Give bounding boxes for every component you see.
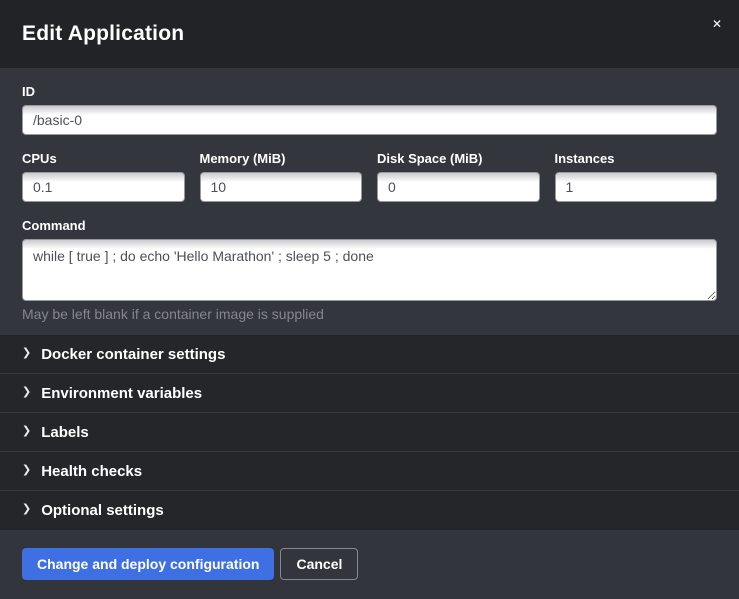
section-health-checks[interactable]: ❯ Health checks (0, 452, 739, 491)
application-form: ID CPUs Memory (MiB) Disk Space (MiB) In… (0, 68, 739, 335)
instances-input[interactable] (555, 172, 718, 202)
command-textarea[interactable]: while [ true ] ; do echo 'Hello Marathon… (22, 239, 717, 301)
cpus-input[interactable] (22, 172, 185, 202)
instances-field-group: Instances (555, 151, 718, 202)
settings-accordion: ❯ Docker container settings ❯ Environmen… (0, 335, 739, 530)
modal-header: Edit Application ✕ (0, 0, 739, 68)
edit-application-modal: Edit Application ✕ ID CPUs Memory (MiB) … (0, 0, 739, 599)
chevron-right-icon: ❯ (22, 504, 31, 515)
chevron-right-icon: ❯ (22, 387, 31, 398)
memory-input[interactable] (200, 172, 363, 202)
memory-field-group: Memory (MiB) (200, 151, 363, 202)
command-label: Command (22, 218, 717, 233)
chevron-right-icon: ❯ (22, 348, 31, 359)
instances-label: Instances (555, 151, 718, 166)
section-label: Labels (41, 424, 89, 441)
command-field-group: Command while [ true ] ; do echo 'Hello … (22, 218, 717, 322)
section-labels[interactable]: ❯ Labels (0, 413, 739, 452)
command-help-text: May be left blank if a container image i… (22, 306, 717, 322)
resources-row: CPUs Memory (MiB) Disk Space (MiB) Insta… (22, 151, 717, 202)
change-and-deploy-button[interactable]: Change and deploy configuration (22, 548, 274, 580)
id-field-group: ID (22, 84, 717, 135)
cpus-field-group: CPUs (22, 151, 185, 202)
chevron-right-icon: ❯ (22, 465, 31, 476)
disk-input[interactable] (377, 172, 540, 202)
id-label: ID (22, 84, 717, 99)
section-label: Optional settings (41, 502, 164, 519)
section-label: Health checks (41, 463, 142, 480)
id-input[interactable] (22, 105, 717, 135)
modal-footer: Change and deploy configuration Cancel (0, 530, 739, 599)
section-label: Docker container settings (41, 346, 225, 363)
cancel-button[interactable]: Cancel (280, 548, 358, 580)
modal-title: Edit Application (22, 22, 184, 46)
section-environment-variables[interactable]: ❯ Environment variables (0, 374, 739, 413)
memory-label: Memory (MiB) (200, 151, 363, 166)
chevron-right-icon: ❯ (22, 426, 31, 437)
disk-label: Disk Space (MiB) (377, 151, 540, 166)
cpus-label: CPUs (22, 151, 185, 166)
section-docker-container-settings[interactable]: ❯ Docker container settings (0, 335, 739, 374)
disk-field-group: Disk Space (MiB) (377, 151, 540, 202)
section-optional-settings[interactable]: ❯ Optional settings (0, 491, 739, 530)
section-label: Environment variables (41, 385, 202, 402)
close-icon[interactable]: ✕ (709, 15, 725, 33)
